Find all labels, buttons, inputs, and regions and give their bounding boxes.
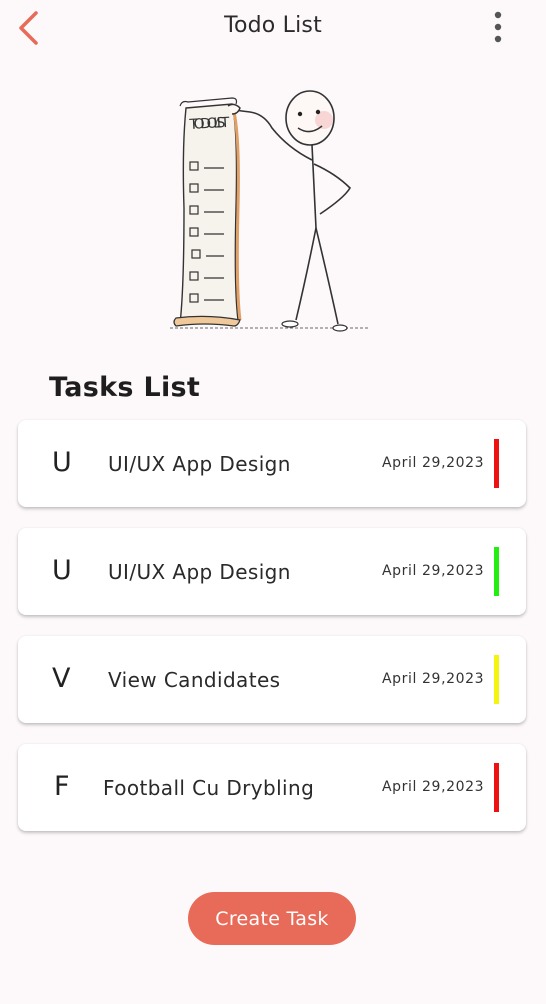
priority-indicator [494, 439, 499, 488]
task-name: View Candidates [108, 668, 281, 692]
task-initial: F [54, 771, 70, 802]
more-vertical-icon [494, 11, 502, 43]
task-date: April 29,2023 [382, 563, 485, 579]
task-date: April 29,2023 [382, 455, 485, 471]
priority-indicator [494, 655, 499, 704]
task-name: Football Cu Drybling [103, 776, 315, 800]
task-card[interactable]: F Football Cu Drybling April 29,2023 [18, 744, 526, 831]
task-initial: U [52, 447, 72, 478]
task-name: UI/UX App Design [108, 452, 291, 476]
task-card[interactable]: V View Candidates April 29,2023 [18, 636, 526, 723]
priority-indicator [494, 547, 499, 596]
tasks-list-heading: Tasks List [49, 372, 201, 403]
create-task-button[interactable]: Create Task [188, 892, 356, 945]
task-date: April 29,2023 [382, 671, 485, 687]
todo-list-illustration: TODO LIST [170, 90, 368, 332]
task-name: UI/UX App Design [108, 560, 291, 584]
task-card[interactable]: U UI/UX App Design April 29,2023 [18, 420, 526, 507]
priority-indicator [494, 763, 499, 812]
task-date: April 29,2023 [382, 779, 485, 795]
more-options-button[interactable] [484, 8, 512, 48]
task-initial: V [52, 663, 71, 694]
scroll-title: TODO LIST [188, 115, 230, 133]
app-bar: Todo List [0, 0, 546, 56]
task-initial: U [52, 555, 72, 586]
task-card[interactable]: U UI/UX App Design April 29,2023 [18, 528, 526, 615]
page-title: Todo List [224, 13, 322, 38]
